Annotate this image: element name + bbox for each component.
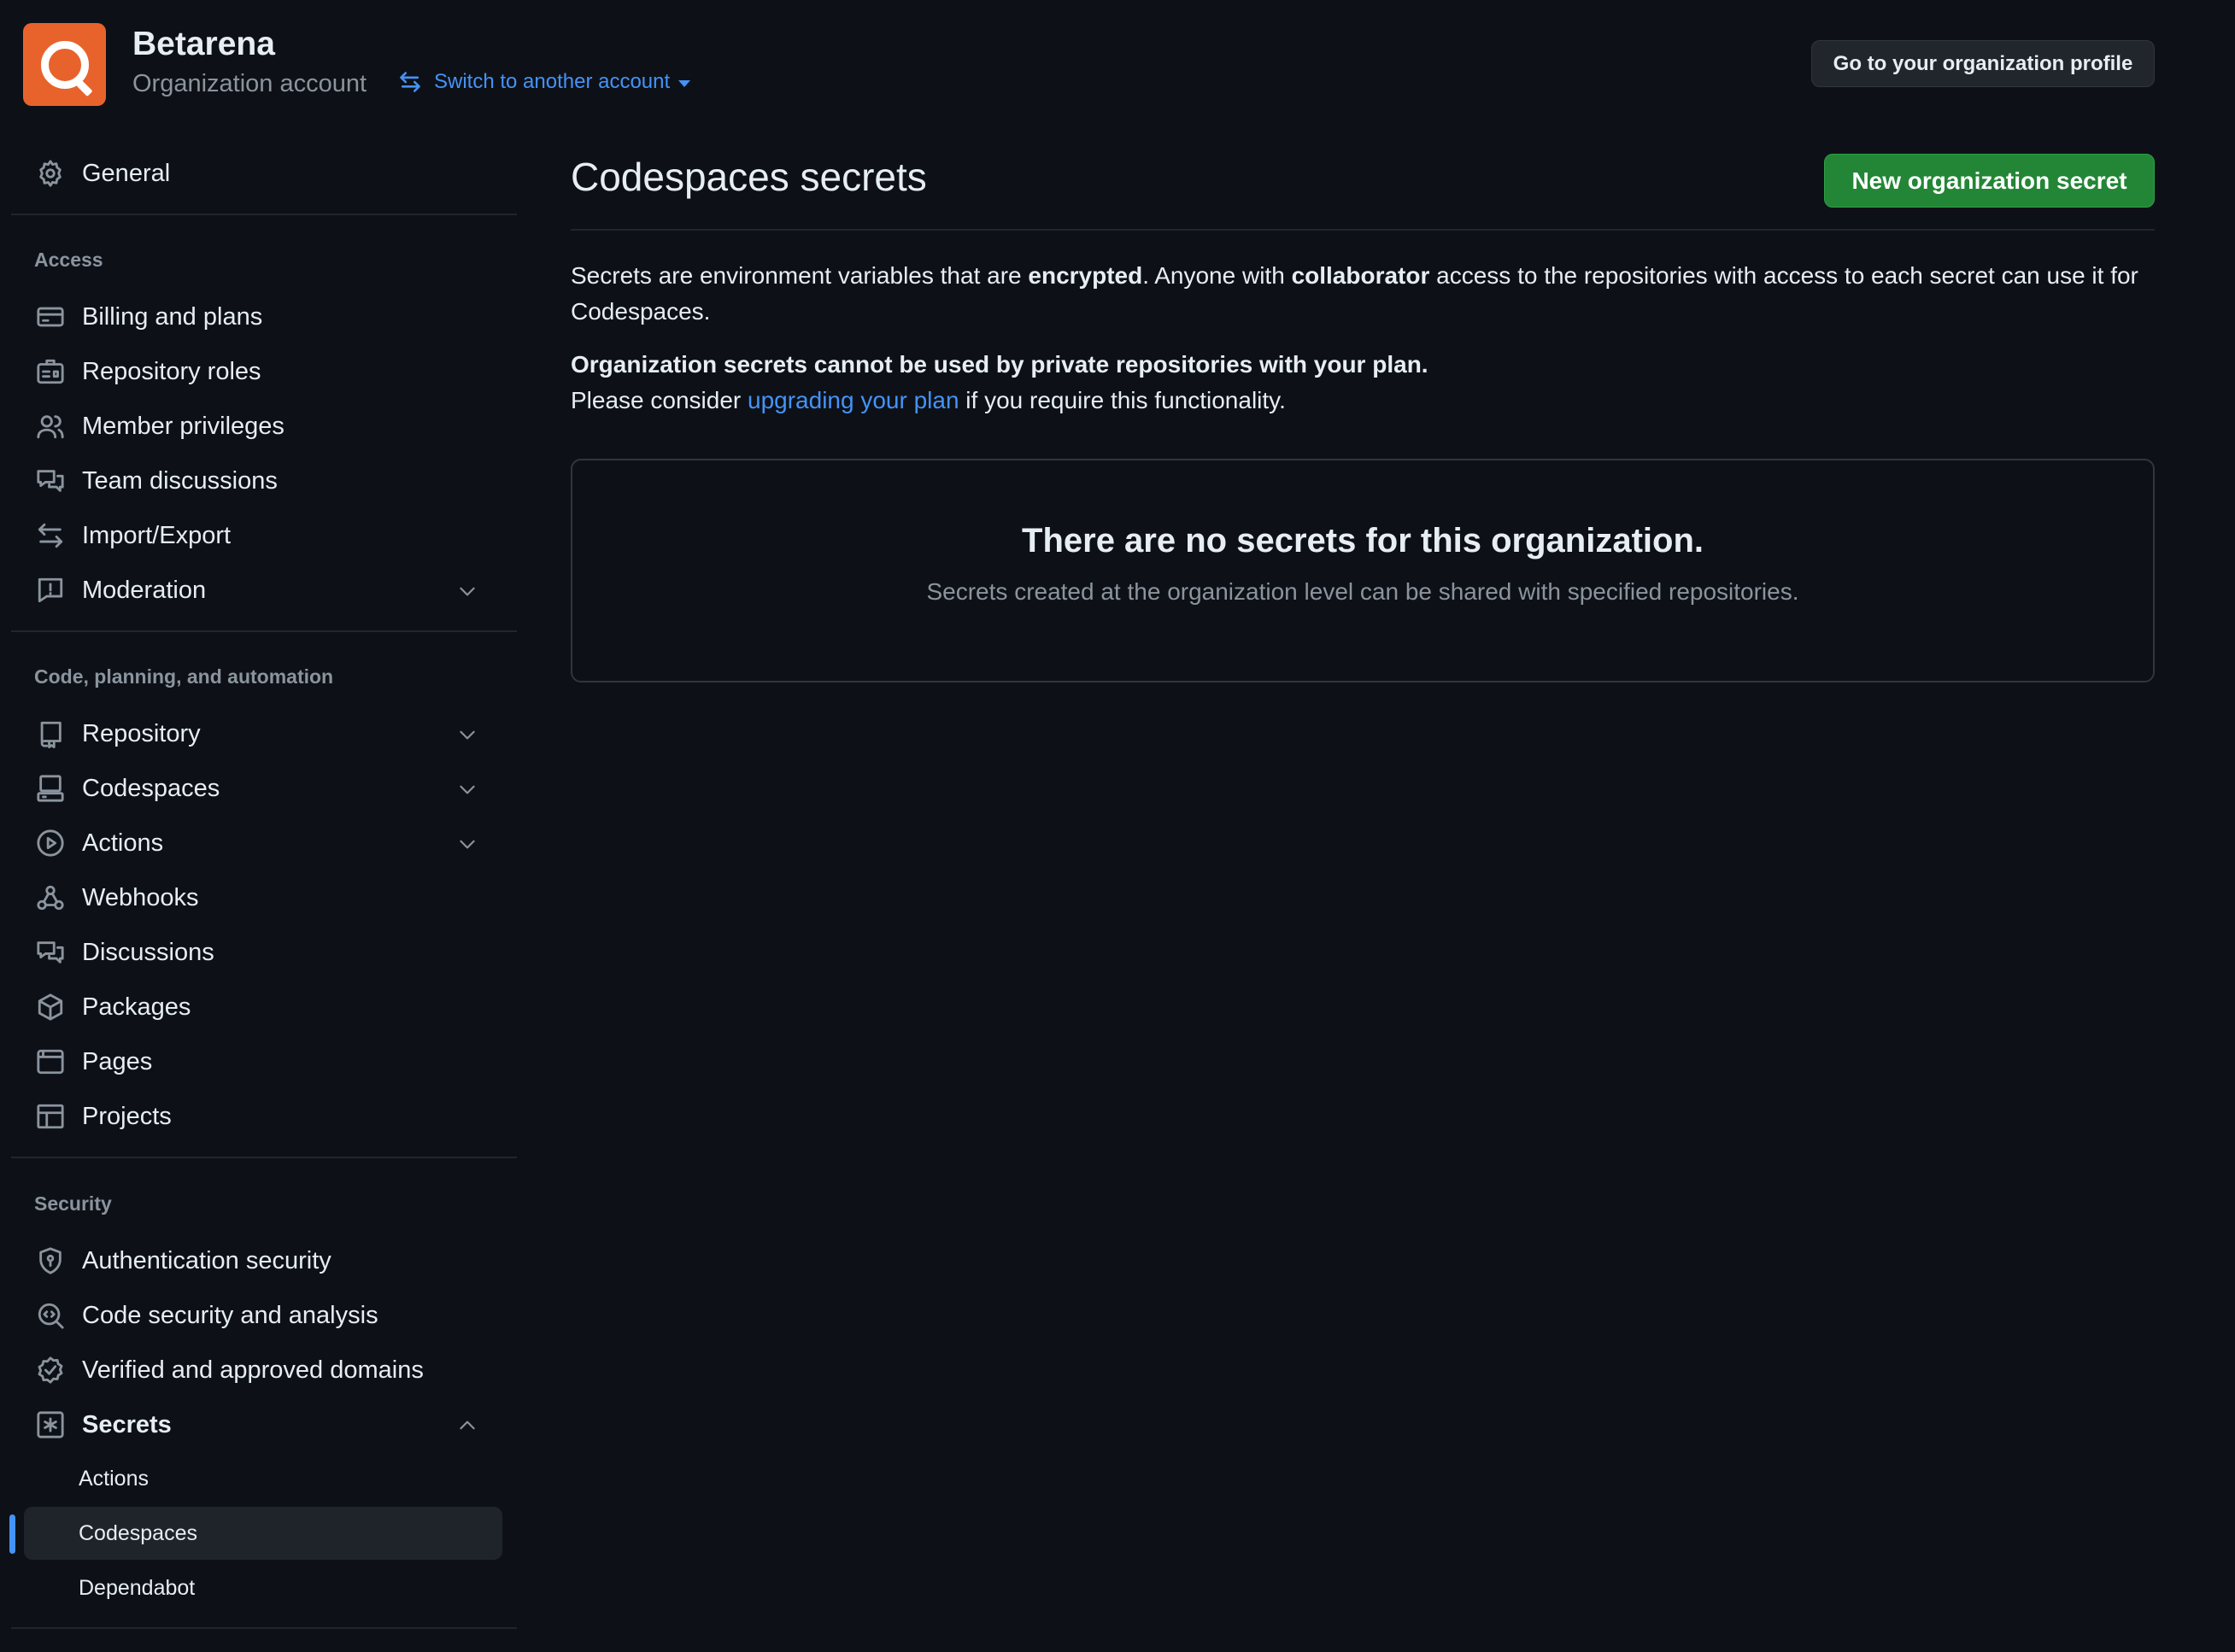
sidebar-item-authentication-security[interactable]: Authentication security bbox=[24, 1235, 502, 1286]
sidebar-subitem-dependabot[interactable]: Dependabot bbox=[24, 1561, 502, 1614]
sidebar-divider bbox=[11, 1627, 517, 1629]
new-organization-secret-button[interactable]: New organization secret bbox=[1824, 154, 2155, 208]
sidebar-divider bbox=[11, 630, 517, 632]
empty-state-subtitle: Secrets created at the organization leve… bbox=[926, 578, 1799, 605]
sidebar-item-general[interactable]: General bbox=[24, 148, 502, 199]
sidebar-item-label: Repository roles bbox=[82, 357, 261, 385]
org-name: Betarena bbox=[132, 26, 275, 62]
sidebar-item-label: Import/Export bbox=[82, 521, 232, 549]
sidebar-subitem-codespaces[interactable]: Codespaces bbox=[24, 1507, 502, 1560]
empty-state-title: There are no secrets for this organizati… bbox=[1022, 522, 1704, 559]
package-icon bbox=[36, 993, 65, 1022]
sidebar-subitem-actions[interactable]: Actions bbox=[24, 1452, 502, 1505]
sidebar-item-billing[interactable]: Billing and plans bbox=[24, 291, 502, 343]
sidebar-item-repository-roles[interactable]: Repository roles bbox=[24, 346, 502, 397]
sidebar-item-secrets[interactable]: Secrets bbox=[24, 1399, 502, 1450]
sidebar-divider bbox=[11, 1157, 517, 1158]
sidebar-item-member-privileges[interactable]: Member privileges bbox=[24, 401, 502, 452]
sidebar-item-label: Code security and analysis bbox=[82, 1301, 378, 1329]
sidebar-item-webhooks[interactable]: Webhooks bbox=[24, 872, 502, 923]
secrets-description: Secrets are environment variables that a… bbox=[571, 258, 2155, 330]
sidebar-item-label: Webhooks bbox=[82, 883, 199, 911]
sidebar-item-pages[interactable]: Pages bbox=[24, 1036, 502, 1087]
sidebar-item-label: Repository bbox=[82, 719, 201, 747]
caret-down-icon bbox=[678, 80, 691, 87]
section-label-access: Access bbox=[34, 249, 103, 271]
sidebar-item-label: Pages bbox=[82, 1047, 153, 1075]
desc-text: Secrets are environment variables that a… bbox=[571, 262, 1029, 289]
sidebar-item-repository[interactable]: Repository bbox=[24, 708, 502, 759]
switch-account-link[interactable]: Switch to another account bbox=[398, 70, 691, 94]
desc-collaborator: collaborator bbox=[1291, 262, 1430, 289]
title-divider bbox=[571, 229, 2155, 231]
sidebar-item-label: Secrets bbox=[82, 1410, 172, 1438]
sidebar-item-team-discussions[interactable]: Team discussions bbox=[24, 455, 502, 507]
report-icon bbox=[36, 576, 65, 605]
upgrade-plan-link[interactable]: upgrading your plan bbox=[748, 387, 959, 413]
sidebar-item-actions[interactable]: Actions bbox=[24, 817, 502, 869]
org-type: Organization account bbox=[132, 70, 367, 97]
org-avatar bbox=[23, 23, 106, 106]
plan-notice-bold: Organization secrets cannot be used by p… bbox=[571, 351, 1428, 378]
people-icon bbox=[36, 412, 65, 441]
arrow-switch-icon bbox=[36, 521, 65, 550]
codescan-icon bbox=[36, 1301, 65, 1330]
sidebar-item-label: Packages bbox=[82, 993, 191, 1021]
sidebar-item-label: Codespaces bbox=[82, 774, 220, 802]
sidebar-item-packages[interactable]: Packages bbox=[24, 981, 502, 1033]
sidebar-item-label: Moderation bbox=[82, 576, 207, 604]
desc-text: . Anyone with bbox=[1142, 262, 1292, 289]
webhook-icon bbox=[36, 883, 65, 912]
codespaces-icon bbox=[36, 774, 65, 803]
chevron-down-icon bbox=[460, 730, 475, 740]
section-label-code: Code, planning, and automation bbox=[34, 665, 334, 688]
switch-account-label: Switch to another account bbox=[434, 70, 671, 93]
chevron-up-icon bbox=[460, 1421, 475, 1430]
verified-icon bbox=[36, 1356, 65, 1385]
chevron-down-icon bbox=[460, 785, 475, 794]
notice-text: Please consider bbox=[571, 387, 748, 413]
sidebar-item-label: Projects bbox=[82, 1102, 172, 1130]
sidebar-item-import-export[interactable]: Import/Export bbox=[24, 510, 502, 561]
chevron-down-icon bbox=[460, 840, 475, 849]
arrow-switch-icon bbox=[400, 72, 420, 92]
sidebar-item-codespaces[interactable]: Codespaces bbox=[24, 763, 502, 814]
gear-icon bbox=[36, 159, 65, 188]
comment-discussion-icon bbox=[36, 938, 65, 967]
id-badge-icon bbox=[36, 357, 65, 386]
section-label-security: Security bbox=[34, 1192, 112, 1215]
sidebar-item-label: Actions bbox=[82, 829, 164, 857]
sidebar-item-label: Billing and plans bbox=[82, 302, 263, 331]
sidebar-item-label: Discussions bbox=[82, 938, 214, 966]
browser-icon bbox=[36, 1047, 65, 1076]
plan-notice: Organization secrets cannot be used by p… bbox=[571, 347, 2155, 419]
sidebar-item-label: Member privileges bbox=[82, 412, 285, 440]
sidebar-item-moderation[interactable]: Moderation bbox=[24, 565, 502, 616]
credit-card-icon bbox=[36, 302, 65, 331]
sidebar-item-code-security[interactable]: Code security and analysis bbox=[24, 1290, 502, 1341]
desc-encrypted: encrypted bbox=[1028, 262, 1143, 289]
empty-state-box: There are no secrets for this organizati… bbox=[571, 459, 2155, 682]
sidebar-item-verified-domains[interactable]: Verified and approved domains bbox=[24, 1344, 502, 1396]
sidebar-item-projects[interactable]: Projects bbox=[24, 1091, 502, 1142]
sidebar-divider bbox=[11, 214, 517, 215]
active-indicator bbox=[9, 1514, 15, 1554]
chevron-down-icon bbox=[460, 587, 475, 596]
sidebar-item-label: Team discussions bbox=[82, 466, 278, 495]
repo-icon bbox=[36, 719, 65, 748]
comment-discussion-icon bbox=[36, 466, 65, 495]
sidebar-item-label: Verified and approved domains bbox=[82, 1356, 424, 1384]
page-title: Codespaces secrets bbox=[571, 155, 927, 199]
play-icon bbox=[36, 829, 65, 858]
table-icon bbox=[36, 1102, 65, 1131]
sidebar-item-label: Authentication security bbox=[82, 1246, 331, 1274]
key-asterisk-icon bbox=[36, 1410, 65, 1439]
notice-text: if you require this functionality. bbox=[959, 387, 1286, 413]
sidebar-item-label: General bbox=[82, 159, 171, 187]
shield-lock-icon bbox=[36, 1246, 65, 1275]
go-to-profile-button[interactable]: Go to your organization profile bbox=[1811, 40, 2155, 87]
sidebar-item-discussions[interactable]: Discussions bbox=[24, 927, 502, 978]
